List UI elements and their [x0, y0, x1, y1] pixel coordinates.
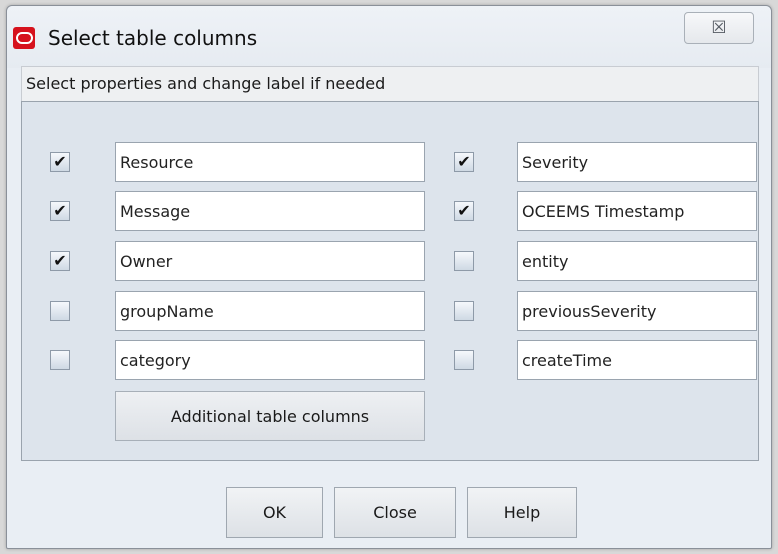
check-mark: ✔ [53, 251, 67, 270]
label-field-resource[interactable]: Resource [115, 142, 425, 182]
close-window-button[interactable]: ☒ [684, 12, 754, 44]
label-field-previousseverity[interactable]: previousSeverity [517, 291, 757, 331]
checkbox-previousseverity[interactable] [454, 301, 474, 321]
label-field-category[interactable]: category [115, 340, 425, 380]
check-mark: ✔ [53, 201, 67, 220]
checkbox-createtime[interactable] [454, 350, 474, 370]
additional-table-columns-button[interactable]: Additional table columns [115, 391, 425, 441]
checkbox-severity[interactable]: ✔ [454, 152, 474, 172]
close-icon: ☒ [711, 18, 727, 38]
label-field-createtime[interactable]: createTime [517, 340, 757, 380]
checkbox-owner[interactable]: ✔ [50, 251, 70, 271]
check-mark: ✔ [457, 152, 471, 171]
checkbox-entity[interactable] [454, 251, 474, 271]
ok-button[interactable]: OK [226, 487, 323, 538]
label-field-groupname[interactable]: groupName [115, 291, 425, 331]
checkbox-category[interactable] [50, 350, 70, 370]
label-field-oceems-timestamp[interactable]: OCEEMS Timestamp [517, 191, 757, 231]
oracle-logo-icon [13, 27, 35, 49]
checkbox-resource[interactable]: ✔ [50, 152, 70, 172]
select-table-columns-dialog: Select table columns ☒ Select properties… [6, 5, 772, 549]
instructions-label: Select properties and change label if ne… [26, 74, 386, 93]
checkbox-message[interactable]: ✔ [50, 201, 70, 221]
title-bar: Select table columns ☒ [7, 6, 771, 68]
help-button[interactable]: Help [467, 487, 577, 538]
dialog-title: Select table columns [48, 26, 258, 50]
label-field-entity[interactable]: entity [517, 241, 757, 281]
label-field-owner[interactable]: Owner [115, 241, 425, 281]
instructions-bar: Select properties and change label if ne… [21, 66, 759, 102]
label-field-message[interactable]: Message [115, 191, 425, 231]
label-field-severity[interactable]: Severity [517, 142, 757, 182]
check-mark: ✔ [53, 152, 67, 171]
check-mark: ✔ [457, 201, 471, 220]
checkbox-oceems-timestamp[interactable]: ✔ [454, 201, 474, 221]
close-button[interactable]: Close [334, 487, 456, 538]
columns-panel: ✔ Resource ✔ Message ✔ Owner groupName c… [21, 101, 759, 461]
checkbox-groupname[interactable] [50, 301, 70, 321]
